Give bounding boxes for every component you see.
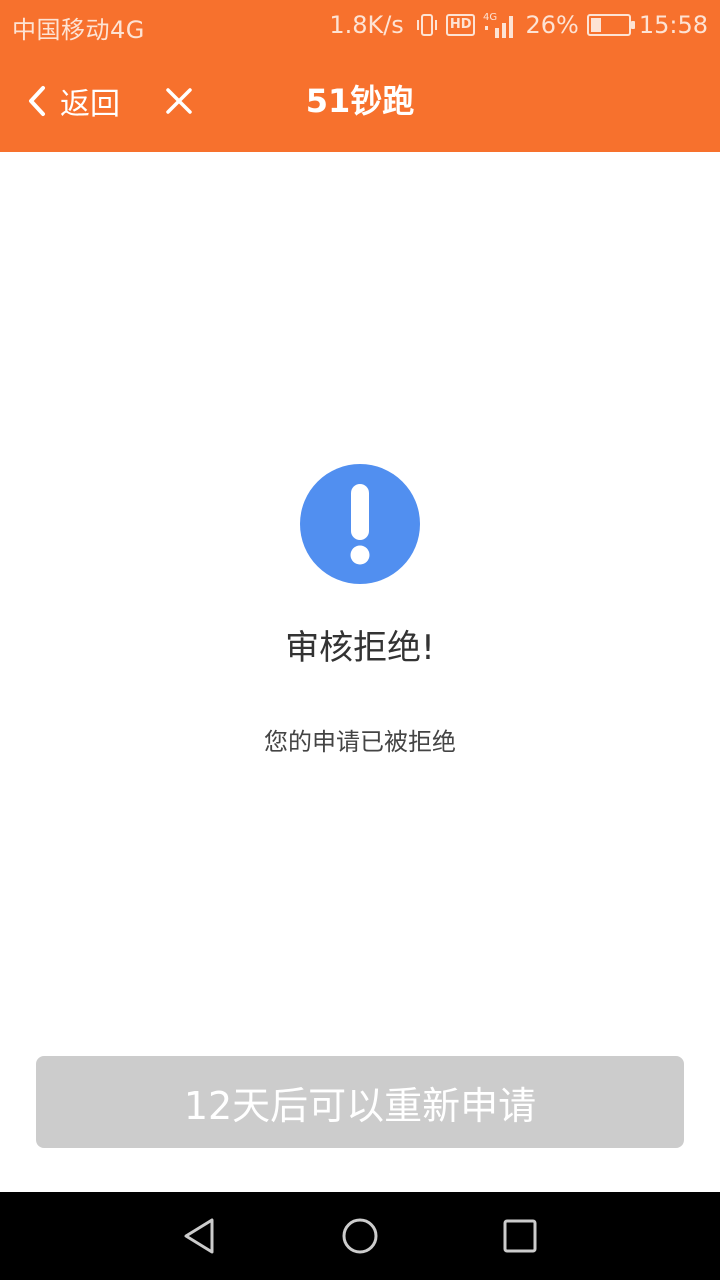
- result-description: 您的申请已被拒绝: [264, 728, 456, 756]
- system-nav-bar: [0, 1192, 720, 1280]
- status-bar: 中国移动4G 1.8K/s HD 4G 26% 15:58: [0, 0, 720, 50]
- carrier-label: 中国移动4G: [12, 16, 145, 44]
- network-speed: 1.8K/s: [329, 11, 404, 39]
- chevron-left-icon: [29, 86, 45, 116]
- battery-percent: 26%: [525, 11, 579, 39]
- square-recent-icon[interactable]: [500, 1216, 540, 1256]
- battery-icon: [586, 14, 635, 36]
- back-label: 返回: [60, 87, 120, 122]
- network-type: 4G: [483, 12, 497, 23]
- triangle-back-icon[interactable]: [180, 1216, 220, 1256]
- reapply-button[interactable]: 12天后可以重新申请: [36, 1056, 684, 1148]
- result-title: 审核拒绝!: [285, 628, 435, 668]
- screen: 中国移动4G 1.8K/s HD 4G 26% 15:58 51钞跑 返回 审核…: [0, 0, 720, 1280]
- vibrate-icon: [416, 14, 437, 36]
- back-button[interactable]: 返回: [26, 78, 120, 124]
- exclamation-circle-icon: [300, 464, 420, 584]
- hd-icon: HD: [445, 14, 476, 36]
- close-icon[interactable]: [162, 84, 196, 118]
- signal-icon: 4G: [483, 12, 514, 38]
- nav-bar: 51钞跑 返回: [0, 50, 720, 152]
- clock: 15:58: [638, 11, 708, 39]
- circle-home-icon[interactable]: [340, 1216, 380, 1256]
- status-indicators: 1.8K/s HD 4G 26% 15:58: [329, 10, 708, 40]
